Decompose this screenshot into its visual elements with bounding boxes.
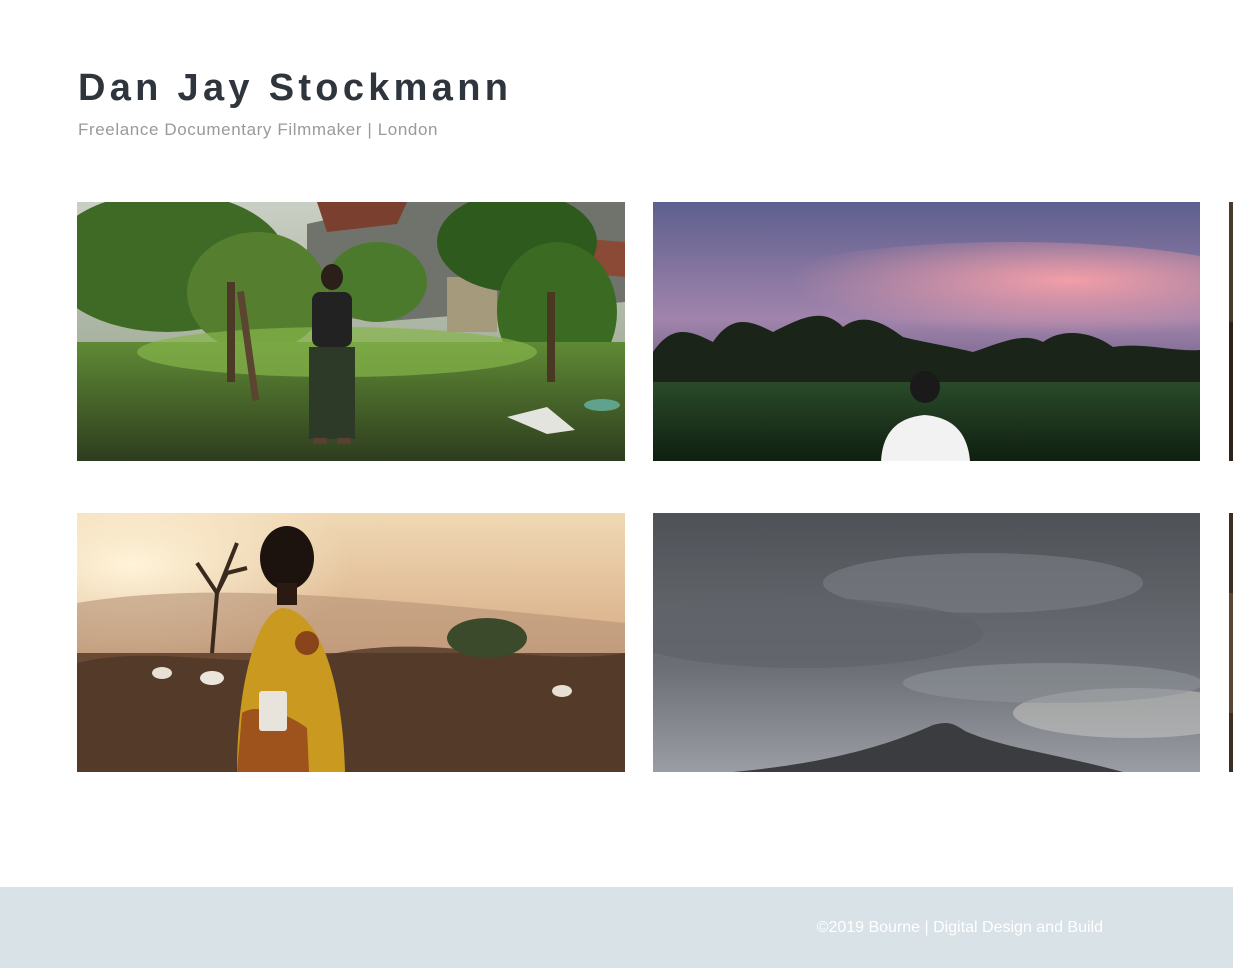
project-tile-child-sunset[interactable] [77, 513, 625, 772]
photo-partial-2 [1229, 513, 1233, 772]
page: Dan Jay Stockmann Freelance Documentary … [0, 0, 1233, 968]
project-gallery [0, 0, 1233, 880]
project-tile-garden-man[interactable] [77, 202, 625, 461]
project-tile-sunset-field[interactable] [653, 202, 1200, 461]
photo-mountain-clouds [653, 513, 1200, 772]
photo-sunset-field [653, 202, 1200, 461]
photo-garden-man [77, 202, 625, 461]
project-tile-partial-1[interactable] [1229, 202, 1233, 461]
footer-credit-link[interactable]: ©2019 Bourne | Digital Design and Build [817, 919, 1103, 937]
project-tile-mountain-clouds[interactable] [653, 513, 1200, 772]
project-tile-partial-2[interactable] [1229, 513, 1233, 772]
photo-child-sunset [77, 513, 625, 772]
photo-partial-1 [1229, 202, 1233, 461]
site-footer: ©2019 Bourne | Digital Design and Build [0, 887, 1233, 968]
